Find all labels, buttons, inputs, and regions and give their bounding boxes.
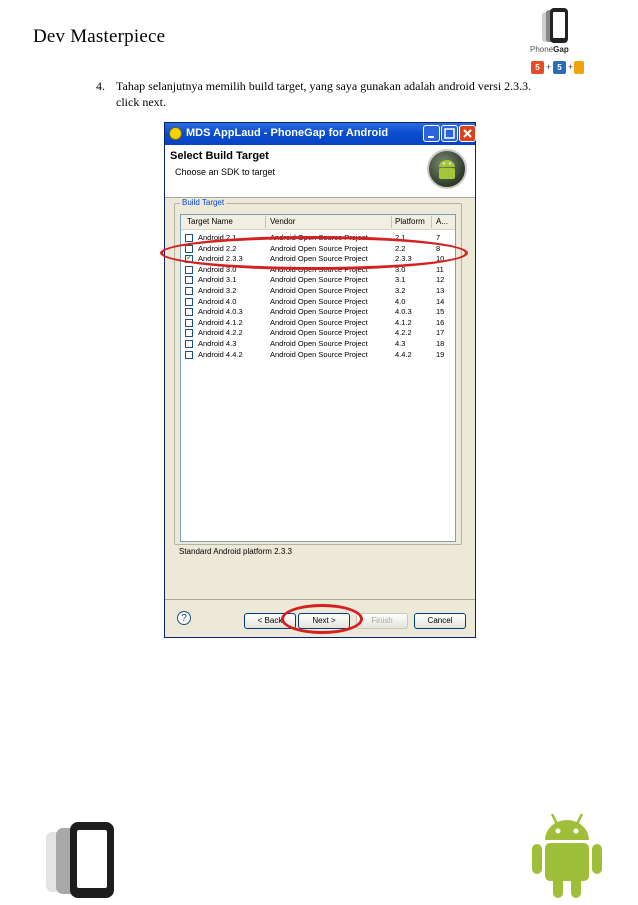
vendor-cell: Android Open Source Project [270, 317, 368, 327]
group-label: Build Target [180, 198, 227, 207]
table-row[interactable]: Android 4.0 Android Open Source Project 4.… [181, 297, 455, 307]
platform-cell: 4.2.2 [395, 328, 412, 338]
target-name-cell: Android 4.0 [198, 296, 237, 306]
highlight-circle-next [281, 604, 363, 634]
column-header-platform[interactable]: Platform [395, 217, 425, 226]
target-checkbox[interactable] [185, 265, 193, 274]
api-level-cell: 19 [436, 349, 445, 359]
target-checkbox[interactable] [185, 308, 193, 317]
android-badge-icon [427, 149, 467, 189]
target-name-cell: Android 3.2 [198, 286, 237, 295]
api-level-cell: 14 [436, 296, 445, 306]
wizard-heading: Select Build Target [170, 150, 269, 162]
api-level-cell: 18 [436, 339, 445, 348]
phone-stack-icon [542, 8, 568, 43]
target-checkbox[interactable] [185, 318, 193, 327]
table-row[interactable]: Android 4.2.2 Android Open Source Project… [181, 328, 455, 338]
table-row[interactable]: Android 4.4.2 Android Open Source Project… [181, 350, 455, 360]
platform-cell: 4.4.2 [395, 349, 412, 359]
html5-icon: 5 [531, 61, 544, 74]
maximize-icon [444, 128, 455, 139]
vendor-cell: Android Open Source Project [270, 349, 368, 359]
column-header-api[interactable]: A... [436, 217, 448, 226]
target-name-cell: Android 4.4.2 [198, 349, 243, 359]
step-text: Tahap selanjutnya memilih build target, … [116, 79, 532, 109]
phone-stack-icon [44, 820, 134, 900]
vendor-cell: Android Open Source Project [270, 328, 368, 338]
target-checkbox[interactable] [185, 234, 193, 242]
api-level-cell: 11 [436, 264, 444, 274]
table-row[interactable]: Android 3.2 Android Open Source Project 3.… [181, 286, 455, 296]
target-checkbox[interactable] [185, 340, 193, 348]
wizard-subheading: Choose an SDK to target [175, 167, 276, 177]
target-checkbox[interactable] [185, 276, 193, 285]
platform-cell: 4.0 [395, 296, 406, 306]
api-level-cell: 15 [436, 307, 445, 317]
target-name-cell: Android 3.1 [198, 275, 237, 285]
platform-cell: 3.2 [395, 286, 406, 295]
target-checkbox[interactable] [185, 329, 193, 338]
android-robot-icon [527, 810, 607, 900]
new-project-dialog: MDS AppLaud - PhoneGap for Android Selec… [164, 122, 476, 638]
target-checkbox[interactable] [185, 297, 193, 306]
column-header-target-name[interactable]: Target Name [187, 217, 233, 226]
finish-button: Finish [356, 613, 408, 629]
api-level-cell: 17 [436, 328, 445, 338]
target-checkbox[interactable] [185, 287, 193, 295]
vendor-cell: Android Open Source Project [270, 286, 368, 295]
dialog-title: MDS AppLaud - PhoneGap for Android [186, 127, 389, 139]
table-row[interactable]: Android 4.1.2 Android Open Source Project… [181, 318, 455, 328]
minimize-icon [428, 136, 434, 138]
platform-cell: 4.0.3 [395, 307, 412, 317]
maximize-button[interactable] [441, 125, 458, 142]
target-checkbox[interactable] [185, 350, 193, 359]
footer-divider [165, 599, 475, 600]
close-button[interactable] [459, 125, 476, 142]
highlight-circle-target [160, 236, 468, 270]
api-level-cell: 12 [436, 275, 445, 285]
cancel-button[interactable]: Cancel [414, 613, 466, 629]
vendor-cell: Android Open Source Project [270, 275, 368, 285]
close-icon [463, 129, 472, 138]
js-file-icon [574, 61, 584, 74]
target-description: Standard Android platform 2.3.3 [179, 547, 292, 556]
api-level-cell: 7 [436, 233, 441, 242]
css3-icon: 5 [553, 61, 566, 74]
platform-cell: 3.1 [395, 275, 406, 285]
dialog-titlebar: MDS AppLaud - PhoneGap for Android [165, 123, 476, 145]
table-header: Target Name Vendor Platform A... [181, 215, 455, 230]
target-name-cell: Android 4.1.2 [198, 317, 243, 327]
table-row[interactable]: Android 4.3 Android Open Source Project 4.… [181, 339, 455, 349]
applaud-icon [169, 127, 182, 140]
api-level-cell: 16 [436, 317, 445, 327]
platform-cell: 4.1.2 [395, 317, 412, 327]
minimize-button[interactable] [423, 125, 440, 142]
step-number: 4. [96, 79, 105, 93]
table-row[interactable]: Android 4.0.3 Android Open Source Project… [181, 307, 455, 317]
wizard-banner: Select Build Target Choose an SDK to tar… [165, 145, 475, 198]
column-header-vendor[interactable]: Vendor [270, 217, 295, 226]
platform-cell: 4.3 [395, 339, 406, 348]
target-name-cell: Android 4.2.2 [198, 328, 243, 338]
help-button[interactable]: ? [177, 611, 191, 625]
vendor-cell: Android Open Source Project [270, 307, 368, 317]
api-level-cell: 13 [436, 286, 445, 295]
phonegap-label: PhoneGap [530, 45, 569, 54]
vendor-cell: Android Open Source Project [270, 296, 368, 306]
vendor-cell: Android Open Source Project [270, 339, 368, 348]
document-title: Dev Masterpiece [33, 26, 166, 47]
plus-icon: + [546, 62, 552, 72]
target-name-cell: Android 4.0.3 [198, 307, 243, 317]
table-row[interactable]: Android 3.1 Android Open Source Project 3.… [181, 275, 455, 285]
target-name-cell: Android 4.3 [198, 339, 237, 348]
plus-icon: + [568, 62, 574, 72]
